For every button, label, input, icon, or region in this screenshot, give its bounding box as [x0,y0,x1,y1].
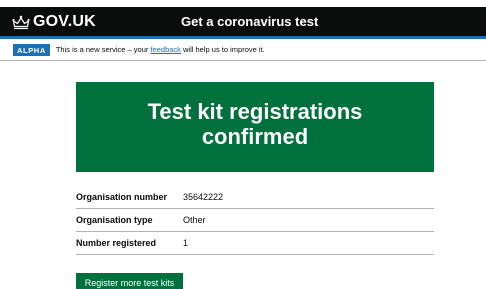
summary-key: Organisation number [76,192,168,202]
panel-title-line-1: Test kit registrations [147,99,363,124]
summary-value: 1 [183,238,189,248]
service-name-link[interactable]: Get a coronavirus test [181,14,318,29]
phase-banner: ALPHA This is a new service – your feedb… [0,39,486,61]
top-strip [0,0,486,7]
summary-key: Number registered [76,238,157,248]
phase-banner-text: This is a new service – your feedback wi… [56,45,265,54]
confirmation-panel: Test kit registrations confirmed [76,82,434,172]
site-header: GOV.UK Get a coronavirus test [0,7,486,36]
summary-row-organisation-number: Organisation number 35642222 [76,186,434,209]
panel-title: Test kit registrations confirmed [76,99,434,149]
phase-text-after: will help us to improve it. [180,45,265,54]
phase-text-before: This is a new service – your [55,45,151,54]
summary-row-number-registered: Number registered 1 [76,232,434,255]
summary-list: Organisation number 35642222 Organisatio… [76,186,434,255]
logo-text: GOV.UK [33,13,96,30]
govuk-logo-link[interactable]: GOV.UK [12,12,96,32]
summary-row-organisation-type: Organisation type Other [76,209,434,232]
panel-title-line-2: confirmed [201,124,309,149]
crown-icon [12,15,30,29]
summary-value: Other [183,215,206,225]
phase-tag: ALPHA [13,43,50,56]
feedback-link[interactable]: feedback [150,45,180,54]
summary-key: Organisation type [76,215,153,225]
register-more-button[interactable]: Register more test kits [76,273,183,289]
summary-value: 35642222 [183,192,224,202]
